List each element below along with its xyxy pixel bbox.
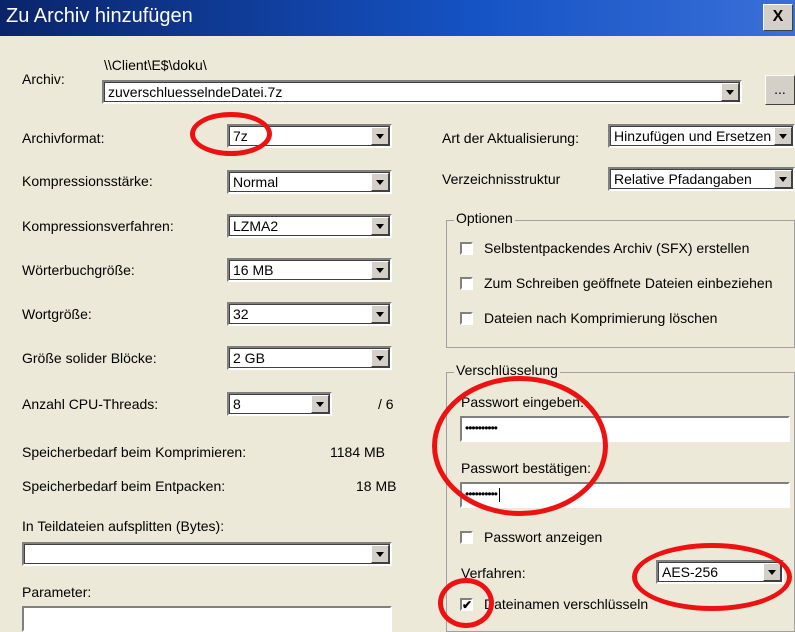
- threads-label: Anzahl CPU-Threads:: [22, 396, 159, 412]
- encryption-title: Verschlüsselung: [454, 362, 560, 378]
- shared-files-label: Zum Schreiben geöffnete Dateien einbezie…: [484, 275, 773, 291]
- sfx-checkbox[interactable]: [460, 242, 473, 255]
- chevron-down-icon[interactable]: [311, 395, 329, 413]
- dict-label: Wörterbuchgröße:: [22, 262, 135, 278]
- chevron-down-icon[interactable]: [371, 173, 389, 191]
- chevron-down-icon[interactable]: [371, 545, 389, 563]
- split-combo[interactable]: [22, 542, 392, 566]
- params-label: Parameter:: [22, 584, 92, 600]
- show-password-checkbox[interactable]: [460, 531, 473, 544]
- mem-extract-label: Speicherbedarf beim Entpacken:: [22, 478, 226, 494]
- threads-combo[interactable]: 8: [227, 392, 332, 416]
- annotation-circle-aes: [632, 543, 792, 611]
- chevron-down-icon[interactable]: [371, 127, 389, 145]
- mem-compress-value: 1184 MB: [330, 444, 385, 460]
- chevron-down-icon[interactable]: [371, 349, 389, 367]
- options-title: Optionen: [454, 210, 515, 226]
- annotation-circle-format: [190, 112, 272, 156]
- mem-extract-value: 18 MB: [356, 478, 397, 494]
- encrypt-names-label: Dateinamen verschlüsseln: [484, 596, 649, 612]
- level-label: Kompressionsstärke:: [22, 173, 153, 189]
- chevron-down-icon[interactable]: [371, 305, 389, 323]
- archive-name-value: zuverschluesselndeDatei.7z: [108, 84, 283, 100]
- pathmode-label: Verzeichnisstruktur: [442, 171, 561, 187]
- delete-after-checkbox[interactable]: [460, 312, 473, 325]
- close-button[interactable]: X: [763, 4, 793, 31]
- method-value: LZMA2: [233, 218, 279, 234]
- annotation-circle-password: [432, 376, 608, 516]
- threads-max: / 6: [378, 396, 394, 412]
- delete-after-label: Dateien nach Komprimierung löschen: [484, 310, 718, 326]
- pathmode-value: Relative Pfadangaben: [614, 171, 752, 187]
- level-combo[interactable]: Normal: [227, 170, 392, 194]
- word-label: Wortgröße:: [22, 306, 92, 322]
- chevron-down-icon[interactable]: [371, 217, 389, 235]
- window-title: Zu Archiv hinzufügen: [6, 5, 193, 27]
- update-combo[interactable]: Hinzufügen und Ersetzen: [608, 124, 795, 148]
- chevron-down-icon[interactable]: [774, 127, 792, 145]
- pathmode-combo[interactable]: Relative Pfadangaben: [608, 167, 795, 191]
- threads-value: 8: [233, 396, 241, 412]
- archive-path: \\Client\E$\doku\: [104, 57, 207, 73]
- shared-files-checkbox[interactable]: [460, 277, 473, 290]
- show-password-label: Passwort anzeigen: [484, 529, 603, 545]
- word-combo[interactable]: 32: [227, 302, 392, 326]
- sfx-label: Selbstentpackendes Archiv (SFX) erstelle…: [484, 240, 750, 256]
- update-label: Art der Aktualisierung:: [442, 130, 579, 146]
- format-label: Archivformat:: [22, 130, 105, 146]
- chevron-down-icon[interactable]: [774, 170, 792, 188]
- browse-button[interactable]: ...: [765, 75, 795, 105]
- word-value: 32: [233, 306, 249, 322]
- params-input[interactable]: [22, 606, 392, 632]
- mem-compress-label: Speicherbedarf beim Komprimieren:: [22, 444, 247, 460]
- level-value: Normal: [233, 174, 279, 190]
- solid-value: 2 GB: [233, 350, 265, 366]
- solid-combo[interactable]: 2 GB: [227, 346, 392, 370]
- split-label: In Teildateien aufsplitten (Bytes):: [22, 518, 225, 534]
- dict-combo[interactable]: 16 MB: [227, 258, 392, 282]
- method-combo[interactable]: LZMA2: [227, 214, 392, 238]
- update-value: Hinzufügen und Ersetzen: [614, 128, 772, 144]
- annotation-circle-filenames: [438, 578, 494, 628]
- archive-label: Archiv:: [22, 71, 65, 87]
- chevron-down-icon[interactable]: [371, 261, 389, 279]
- chevron-down-icon[interactable]: [721, 83, 739, 101]
- method-label: Kompressionsverfahren:: [22, 218, 174, 234]
- title-bar: Zu Archiv hinzufügen X: [0, 0, 795, 36]
- solid-label: Größe solider Blöcke:: [22, 350, 157, 366]
- dict-value: 16 MB: [233, 262, 274, 278]
- archive-name-combo[interactable]: zuverschluesselndeDatei.7z: [102, 80, 742, 104]
